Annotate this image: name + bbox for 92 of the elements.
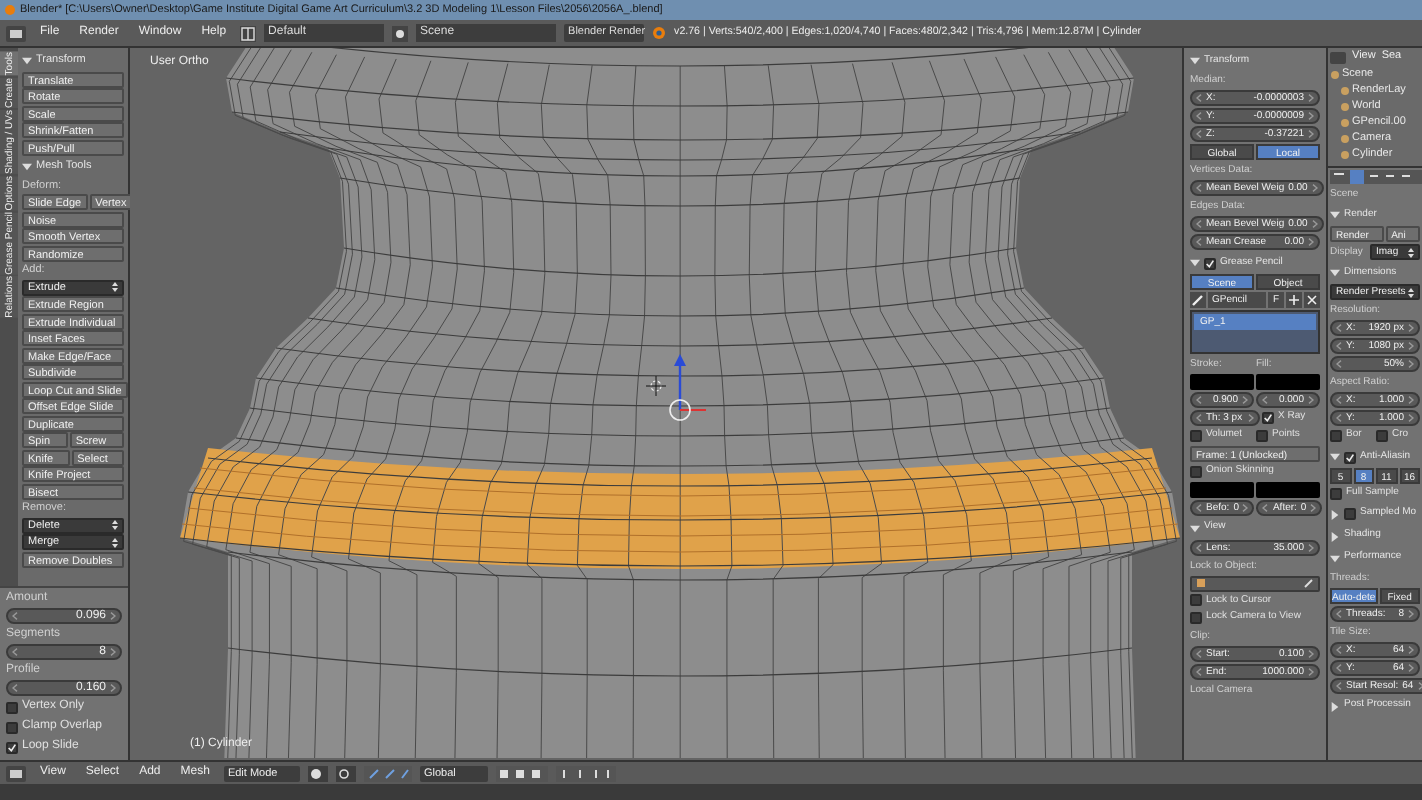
object-picker-field[interactable] xyxy=(1190,575,1320,591)
checkbox[interactable] xyxy=(1330,430,1342,442)
chevron-right-icon[interactable] xyxy=(1408,609,1414,617)
pivot-icon[interactable] xyxy=(335,765,356,781)
chevron-left-icon[interactable] xyxy=(1336,645,1342,653)
chevron-left-icon[interactable] xyxy=(1196,649,1202,657)
chevron-right-icon[interactable] xyxy=(1408,360,1414,368)
checkbox[interactable] xyxy=(1204,257,1216,269)
chevron-right-icon[interactable] xyxy=(1408,663,1414,671)
chevron-left-icon[interactable] xyxy=(12,684,18,692)
chevron-left-icon[interactable] xyxy=(1196,238,1202,246)
shading-icon[interactable] xyxy=(307,765,328,781)
color-swatch[interactable] xyxy=(1190,481,1254,497)
chevron-right-icon[interactable] xyxy=(1248,414,1254,422)
up-down-arrows-icon xyxy=(112,282,118,292)
chevron-left-icon[interactable] xyxy=(1196,667,1202,675)
chevron-left-icon[interactable] xyxy=(1336,663,1342,671)
chevron-left-icon[interactable] xyxy=(12,612,18,620)
cube-icon xyxy=(1196,578,1206,588)
checkbox[interactable] xyxy=(1190,430,1202,442)
chevron-right-icon[interactable] xyxy=(1408,414,1414,422)
chevron-left-icon[interactable] xyxy=(12,648,18,656)
chevron-left-icon[interactable] xyxy=(1196,94,1202,102)
chevron-right-icon[interactable] xyxy=(110,648,116,656)
chevron-right-icon[interactable] xyxy=(1308,238,1314,246)
chevron-left-icon[interactable] xyxy=(1196,112,1202,120)
chevron-right-icon[interactable] xyxy=(1311,220,1318,228)
app-logo-icon xyxy=(4,4,16,16)
checkbox[interactable] xyxy=(6,741,18,753)
plus-icon[interactable] xyxy=(1286,292,1302,308)
checkbox[interactable] xyxy=(1344,508,1356,520)
chevron-right-icon[interactable] xyxy=(1308,543,1314,551)
chevron-left-icon[interactable] xyxy=(1196,220,1202,228)
checkbox[interactable] xyxy=(1376,430,1388,442)
checkbox[interactable] xyxy=(1190,611,1202,624)
chevron-right-icon[interactable] xyxy=(1308,396,1314,404)
chevron-right-icon[interactable] xyxy=(1417,681,1422,689)
chevron-right-icon[interactable] xyxy=(1310,503,1317,511)
chevron-left-icon[interactable] xyxy=(1336,609,1342,617)
blender-logo-icon xyxy=(652,26,667,40)
chevron-left-icon[interactable] xyxy=(1196,503,1202,511)
chevron-left-icon[interactable] xyxy=(1196,543,1202,551)
checkbox[interactable] xyxy=(6,721,18,733)
property-tabs-icon[interactable] xyxy=(1330,170,1422,184)
transform-gizmo-icon[interactable] xyxy=(646,354,710,422)
chevron-right-icon[interactable] xyxy=(1408,396,1414,404)
chevron-right-icon[interactable] xyxy=(1408,324,1414,332)
chevron-right-icon[interactable] xyxy=(110,684,116,692)
chevron-right-icon[interactable] xyxy=(1308,649,1314,657)
checkbox[interactable] xyxy=(1190,594,1202,607)
chevron-left-icon[interactable] xyxy=(1196,396,1202,404)
color-swatch[interactable] xyxy=(1256,374,1320,390)
chevron-left-icon[interactable] xyxy=(1336,396,1342,404)
chevron-left-icon[interactable] xyxy=(1336,324,1342,332)
eyedropper-icon[interactable] xyxy=(1304,578,1314,588)
checkbox[interactable] xyxy=(1190,465,1202,478)
chevron-left-icon[interactable] xyxy=(1196,184,1202,192)
checkbox[interactable] xyxy=(1344,451,1356,463)
chevron-right-icon[interactable] xyxy=(1308,130,1314,138)
editor-type-icon[interactable] xyxy=(6,765,26,781)
chevron-left-icon[interactable] xyxy=(1196,414,1202,422)
chevron-right-icon[interactable] xyxy=(1308,94,1314,102)
color-swatch[interactable] xyxy=(1256,481,1320,497)
chevron-left-icon[interactable] xyxy=(1262,503,1269,511)
up-down-arrows-icon xyxy=(1408,287,1414,297)
chevron-left-icon[interactable] xyxy=(1336,360,1342,368)
up-down-arrows-icon xyxy=(112,537,118,547)
chevron-left-icon[interactable] xyxy=(1336,342,1342,350)
chevron-right-icon[interactable] xyxy=(1408,342,1414,350)
checkbox[interactable] xyxy=(1330,487,1342,500)
chevron-left-icon[interactable] xyxy=(1262,396,1268,404)
chevron-right-icon[interactable] xyxy=(1242,503,1249,511)
chevron-right-icon[interactable] xyxy=(1308,667,1314,675)
chevron-right-icon[interactable] xyxy=(1408,645,1414,653)
chevron-left-icon[interactable] xyxy=(1196,130,1202,138)
chevron-right-icon[interactable] xyxy=(110,612,116,620)
chevron-left-icon[interactable] xyxy=(1336,414,1342,422)
up-down-arrows-icon xyxy=(112,520,118,530)
checkbox[interactable] xyxy=(1256,430,1268,442)
close-icon[interactable] xyxy=(1304,292,1320,308)
editor-type-icon[interactable] xyxy=(6,25,26,41)
chevron-left-icon[interactable] xyxy=(1336,681,1342,689)
chevron-right-icon[interactable] xyxy=(1308,112,1314,120)
pencil-icon[interactable] xyxy=(1190,292,1206,308)
color-swatch[interactable] xyxy=(1190,374,1254,390)
scene-icon[interactable] xyxy=(392,25,409,41)
checkbox[interactable] xyxy=(1262,412,1274,424)
chevron-right-icon[interactable] xyxy=(1311,184,1318,192)
checkbox[interactable] xyxy=(6,701,18,713)
layout-icon[interactable] xyxy=(240,25,257,41)
chevron-right-icon[interactable] xyxy=(1242,396,1248,404)
up-down-arrows-icon xyxy=(1408,247,1414,257)
